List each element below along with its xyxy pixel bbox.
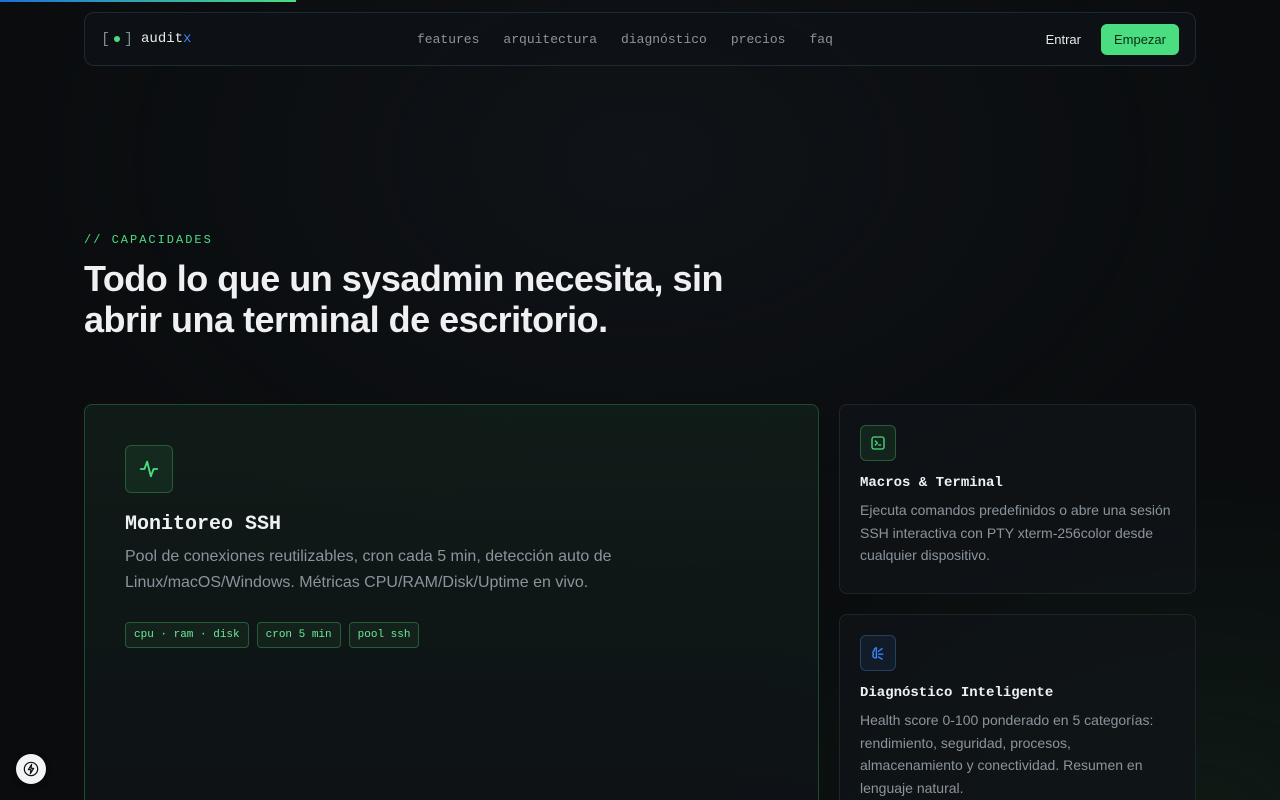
logo-name-text: audit: [141, 31, 184, 47]
navbar: [ ] auditx features arquitectura diagnós…: [84, 12, 1196, 66]
feature-card-ssh-monitoring: Monitoreo SSH Pool de conexiones reutili…: [84, 404, 819, 800]
logo-dot-icon: [114, 36, 121, 42]
start-button[interactable]: Empezar: [1100, 23, 1179, 55]
feature-tags: cpu · ram · disk cron 5 min pool ssh: [125, 622, 778, 648]
nav-link-arquitectura[interactable]: arquitectura: [503, 32, 597, 47]
logo-name-suffix: x: [183, 31, 192, 47]
nav-link-diagnostico[interactable]: diagnóstico: [621, 32, 707, 47]
logo-bracket-close: ]: [124, 30, 134, 48]
devtools-bolt-button[interactable]: [16, 754, 46, 784]
logo-bracket-open: [: [101, 30, 111, 48]
feature-card-desc: Ejecuta comandos predefinidos o abre una…: [860, 502, 1171, 563]
feature-card-diagnostic: Diagnóstico Inteligente Health score 0-1…: [839, 614, 1196, 800]
nav-actions: Entrar Empezar: [1046, 23, 1179, 55]
page-progress-bar: [0, 0, 296, 2]
feature-card-desc: Pool de conexiones reutilizables, cron c…: [125, 548, 612, 591]
nav-link-precios[interactable]: precios: [731, 32, 786, 47]
tag-metrics: cpu · ram · disk: [125, 622, 249, 648]
nav-link-features[interactable]: features: [417, 32, 479, 47]
feature-card-title: Macros & Terminal: [860, 475, 1003, 491]
feature-card-title: Diagnóstico Inteligente: [860, 685, 1054, 701]
section-eyebrow: // CAPACIDADES: [84, 233, 213, 247]
feature-card-title: Monitoreo SSH: [125, 513, 282, 536]
tag-cron: cron 5 min: [256, 622, 341, 648]
brain-icon: [860, 635, 896, 671]
logo-name: auditx: [141, 31, 191, 47]
section-headline: Todo lo que un sysadmin necesita, sin ab…: [84, 258, 723, 340]
login-button[interactable]: Entrar: [1046, 32, 1081, 47]
nav-links: features arquitectura diagnóstico precio…: [417, 32, 833, 47]
tag-pool: pool ssh: [348, 622, 420, 648]
terminal-icon: [860, 425, 896, 461]
activity-icon: [125, 445, 173, 493]
feature-card-macros: Macros & Terminal Ejecuta comandos prede…: [839, 404, 1196, 594]
nav-link-faq[interactable]: faq: [809, 32, 832, 47]
feature-card-desc: Health score 0-100 ponderado en 5 catego…: [860, 712, 1154, 796]
logo[interactable]: [ ] auditx: [101, 31, 191, 48]
